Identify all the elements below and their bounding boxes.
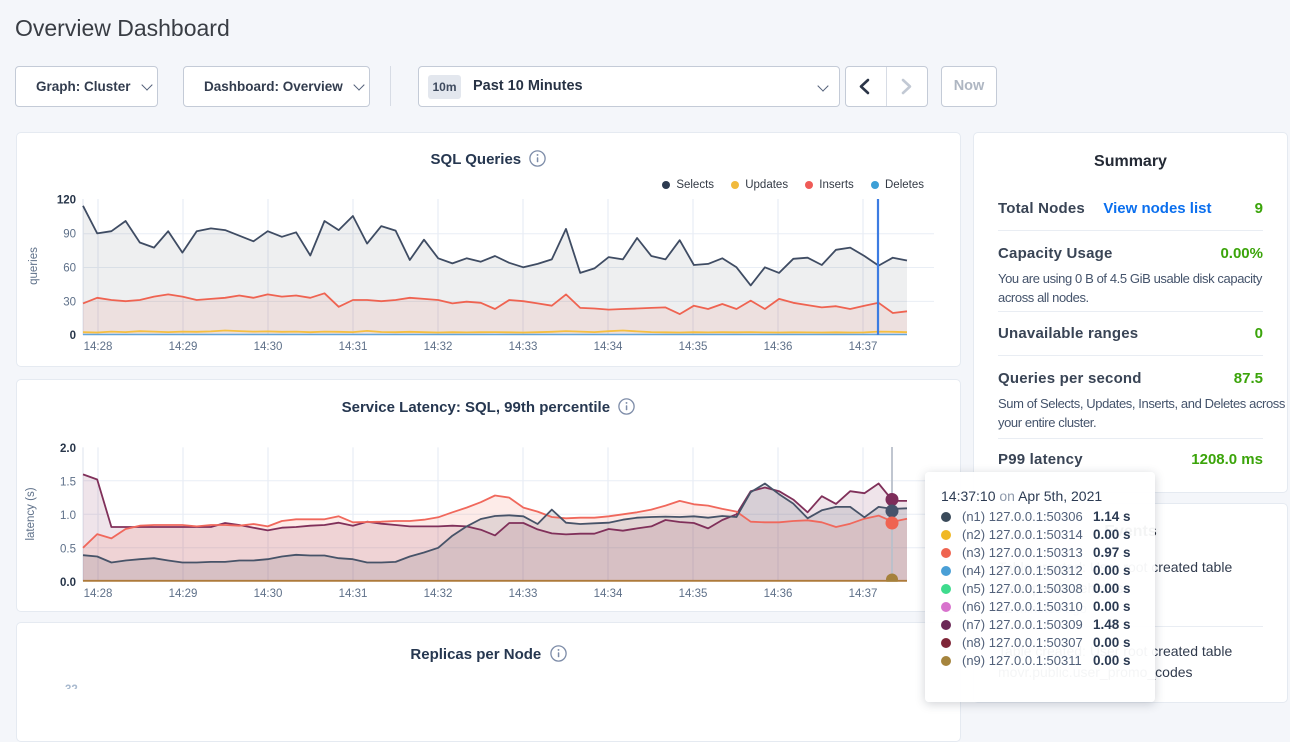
svg-text:14:35: 14:35	[679, 341, 708, 353]
svg-text:0: 0	[70, 330, 76, 342]
svg-text:14:28: 14:28	[84, 341, 113, 353]
svg-text:30: 30	[63, 296, 76, 308]
svg-text:14:36: 14:36	[764, 588, 793, 600]
svg-text:14:32: 14:32	[424, 341, 453, 353]
svg-text:14:34: 14:34	[594, 588, 623, 600]
svg-text:14:32: 14:32	[424, 588, 453, 600]
svg-text:14:37: 14:37	[849, 588, 878, 600]
svg-text:14:30: 14:30	[254, 341, 283, 353]
svg-text:14:29: 14:29	[169, 341, 198, 353]
svg-text:14:37: 14:37	[849, 341, 878, 353]
svg-text:queries: queries	[28, 247, 40, 285]
svg-text:14:31: 14:31	[339, 588, 368, 600]
svg-text:14:34: 14:34	[594, 341, 623, 353]
svg-text:14:29: 14:29	[169, 588, 198, 600]
svg-text:14:33: 14:33	[509, 588, 538, 600]
svg-text:1.0: 1.0	[60, 510, 76, 522]
svg-text:120: 120	[57, 195, 76, 207]
svg-text:0.0: 0.0	[60, 577, 76, 589]
svg-text:14:35: 14:35	[679, 588, 708, 600]
svg-text:14:33: 14:33	[509, 341, 538, 353]
svg-text:latency (s): latency (s)	[25, 487, 37, 540]
svg-text:14:31: 14:31	[339, 341, 368, 353]
svg-text:14:30: 14:30	[254, 588, 283, 600]
svg-text:1.5: 1.5	[60, 476, 76, 488]
svg-text:2.0: 2.0	[60, 443, 76, 455]
svg-text:60: 60	[63, 263, 76, 275]
svg-text:90: 90	[63, 229, 76, 241]
svg-text:14:28: 14:28	[84, 588, 113, 600]
svg-text:14:36: 14:36	[764, 341, 793, 353]
svg-text:0.5: 0.5	[60, 543, 76, 555]
